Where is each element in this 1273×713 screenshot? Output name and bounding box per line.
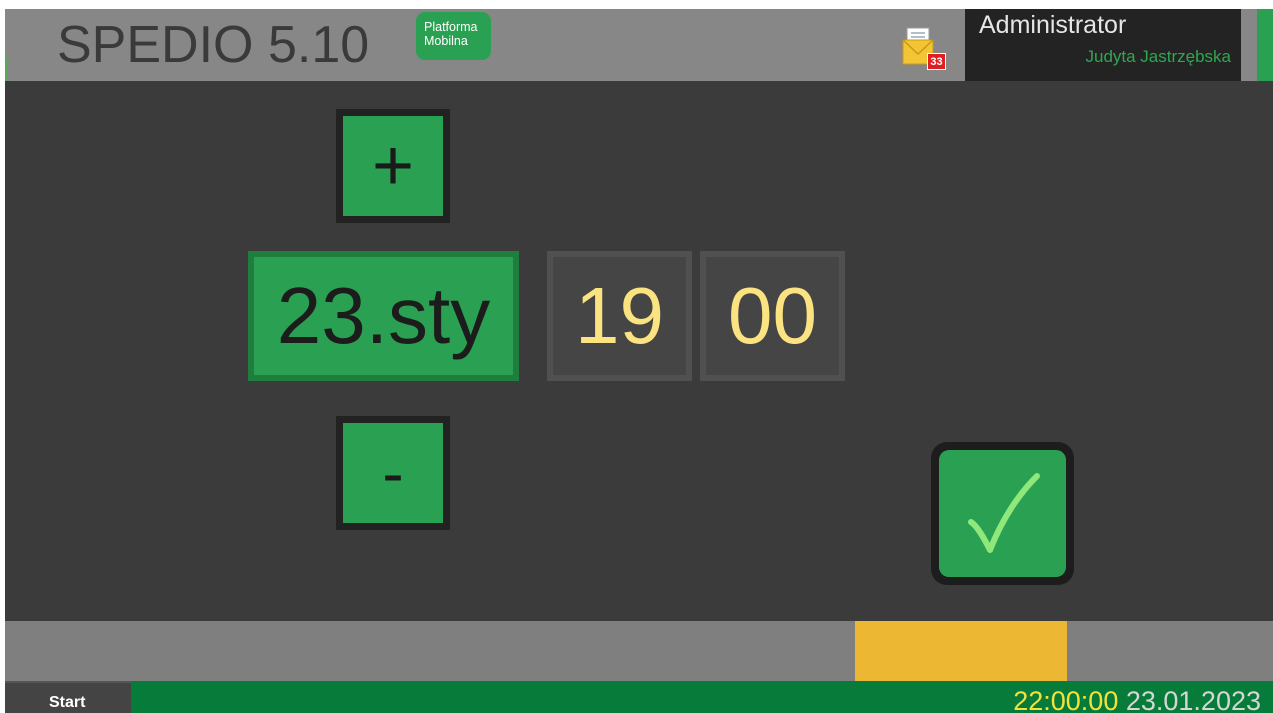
mail-count-badge: 33 bbox=[927, 53, 946, 70]
app-window: SPEDIO 5.10 Platforma Mobilna 33 Adminis… bbox=[5, 9, 1273, 713]
plus-label: + bbox=[343, 116, 443, 216]
clock-time: 22:00:00 bbox=[1013, 686, 1119, 713]
badge-line-1: Platforma bbox=[424, 20, 478, 34]
clock: 22:00:00 23.01.2023 bbox=[1013, 685, 1261, 713]
start-button[interactable]: Start bbox=[5, 681, 131, 713]
app-title: SPEDIO 5.10 bbox=[57, 16, 370, 74]
taskbar: Start 22:00:00 23.01.2023 bbox=[5, 681, 1273, 713]
minus-label: - bbox=[343, 423, 443, 523]
increment-button[interactable]: + bbox=[336, 109, 450, 223]
minute-field[interactable]: 00 bbox=[700, 251, 845, 381]
user-name: Judyta Jastrzębska bbox=[1085, 47, 1231, 66]
header-bar: SPEDIO 5.10 Platforma Mobilna 33 Adminis… bbox=[5, 9, 1273, 81]
date-field[interactable]: 23.sty bbox=[248, 251, 519, 381]
confirm-button[interactable] bbox=[931, 442, 1074, 585]
bottom-highlight bbox=[855, 621, 1067, 681]
checkmark-icon bbox=[967, 472, 1040, 553]
minute-value: 00 bbox=[706, 257, 839, 375]
hour-field[interactable]: 19 bbox=[547, 251, 692, 381]
user-role: Administrator bbox=[979, 11, 1127, 39]
decrement-button[interactable]: - bbox=[336, 416, 450, 530]
user-panel[interactable]: Administrator Judyta Jastrzębska bbox=[965, 9, 1241, 81]
clock-date: 23.01.2023 bbox=[1125, 686, 1261, 713]
date-value: 23.sty bbox=[254, 257, 513, 375]
hour-value: 19 bbox=[553, 257, 686, 375]
badge-line-2: Mobilna bbox=[424, 34, 468, 48]
platform-badge: Platforma Mobilna bbox=[416, 12, 491, 60]
header-accent bbox=[5, 55, 8, 81]
user-stripe bbox=[1257, 9, 1273, 81]
bottom-strip bbox=[5, 621, 1273, 681]
